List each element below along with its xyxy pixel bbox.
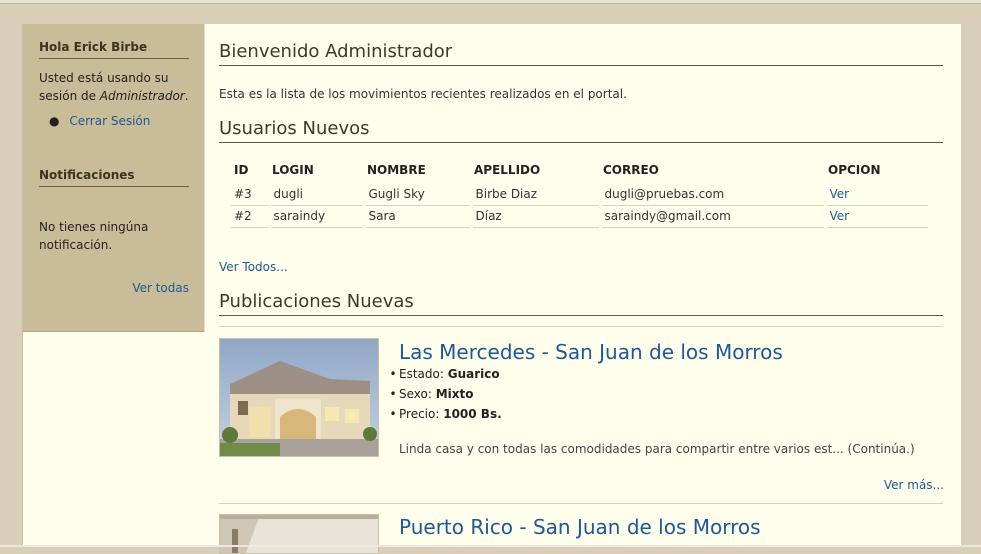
list-item: • Estado: Guarico (387, 364, 502, 384)
table-row: #3 dugli Gugli Sky Birbe Diaz dugli@prue… (231, 184, 928, 206)
precio-label: Precio: (399, 407, 444, 421)
header-correo: CORREO (603, 163, 659, 177)
session-role: Administrador (99, 89, 185, 103)
sexo-label: Sexo: (399, 387, 436, 401)
user-correo: saraindy@gmail.com (598, 205, 825, 228)
header-login: LOGIN (272, 163, 314, 177)
user-id: #2 (231, 205, 269, 228)
users-table: ID LOGIN NOMBRE APELLIDO CORREO OPCION #… (231, 163, 928, 228)
sexo-value: Mixto (435, 387, 474, 401)
house-photo (220, 339, 378, 456)
user-correo: dugli@pruebas.com (598, 184, 825, 206)
intro-text: Esta es la lista de los movimientos reci… (219, 87, 627, 101)
user-login: dugli (267, 184, 364, 206)
see-all-notifications-link[interactable]: Ver todas (132, 281, 189, 295)
session-text-line2: sesión de Administrador. (39, 87, 189, 105)
notifications-heading: Notificaciones (39, 168, 189, 187)
publication-title-link[interactable]: Puerto Rico - San Juan de los Morros (399, 515, 761, 539)
see-more-link[interactable]: Ver más... (884, 478, 944, 492)
publication-title-link[interactable]: Las Mercedes - San Juan de los Morros (399, 340, 783, 364)
window-top-edge (0, 0, 981, 4)
user-opcion-cell: Ver (823, 205, 928, 228)
publication-description: Linda casa y con todas las comodidades p… (399, 442, 915, 456)
list-item: • Sexo: Mixto (387, 384, 502, 404)
bullet-icon: • (389, 407, 397, 421)
bullet-icon: ● (49, 114, 60, 128)
user-opcion-cell: Ver (823, 184, 928, 206)
view-user-link[interactable]: Ver (830, 209, 850, 223)
session-text-line1: Usted está usando su (39, 71, 169, 85)
user-login: saraindy (267, 205, 364, 228)
session-info: Usted está usando su sesión de Administr… (39, 69, 189, 105)
header-opcion: OPCION (828, 163, 881, 177)
publication-details: • Estado: Guarico • Sexo: Mixto • Precio: 1… (387, 364, 502, 424)
notifications-empty: No tienes ningúna notificación. (39, 218, 189, 254)
user-apellido: Birbe Diaz (469, 184, 600, 206)
page-container: Hola Erick Birbe Usted está usando su se… (22, 24, 961, 554)
welcome-title: Bienvenido Administrador (219, 41, 943, 66)
divider (219, 326, 943, 327)
room-photo (220, 515, 378, 553)
see-all-row: Ver todas (39, 277, 189, 296)
user-apellido: Díaz (469, 205, 600, 228)
logout-link[interactable]: Cerrar Sesión (69, 114, 150, 128)
sidebar: Hola Erick Birbe Usted está usando su se… (23, 24, 205, 332)
table-row: #2 saraindy Sara Díaz saraindy@gmail.com… (231, 205, 928, 228)
estado-value: Guarico (447, 367, 500, 381)
session-text-suffix: . (184, 89, 189, 103)
list-item: • Precio: 1000 Bs. (387, 404, 502, 424)
view-user-link[interactable]: Ver (830, 187, 850, 201)
bullet-icon: • (389, 367, 397, 381)
users-table-header: ID LOGIN NOMBRE APELLIDO CORREO OPCION (231, 163, 928, 184)
logout-item: ● Cerrar Sesión (39, 114, 189, 128)
users-section-title: Usuarios Nuevos (219, 118, 943, 143)
publication-image[interactable] (219, 514, 379, 554)
publications-section-title: Publicaciones Nuevas (219, 291, 943, 316)
bullet-icon: • (389, 387, 397, 401)
header-nombre: NOMBRE (367, 163, 426, 177)
estado-label: Estado: (399, 367, 448, 381)
notifications-empty-line1: No tienes ningúna (39, 220, 149, 234)
notifications-block: Notificaciones No tienes ningúna notific… (39, 168, 189, 296)
header-apellido: APELLIDO (474, 163, 541, 177)
session-text-prefix: sesión de (39, 89, 100, 103)
user-block: Hola Erick Birbe Usted está usando su se… (39, 40, 189, 128)
user-nombre: Sara (362, 205, 471, 228)
user-id: #3 (231, 184, 269, 206)
header-id: ID (234, 163, 249, 177)
notifications-empty-line2: notificación. (39, 238, 113, 252)
greeting-heading: Hola Erick Birbe (39, 40, 189, 59)
user-nombre: Gugli Sky (362, 184, 471, 206)
publication-image[interactable] (219, 338, 379, 457)
divider (219, 503, 943, 504)
see-all-users-link[interactable]: Ver Todos... (219, 260, 288, 274)
precio-value: 1000 Bs. (443, 407, 502, 421)
